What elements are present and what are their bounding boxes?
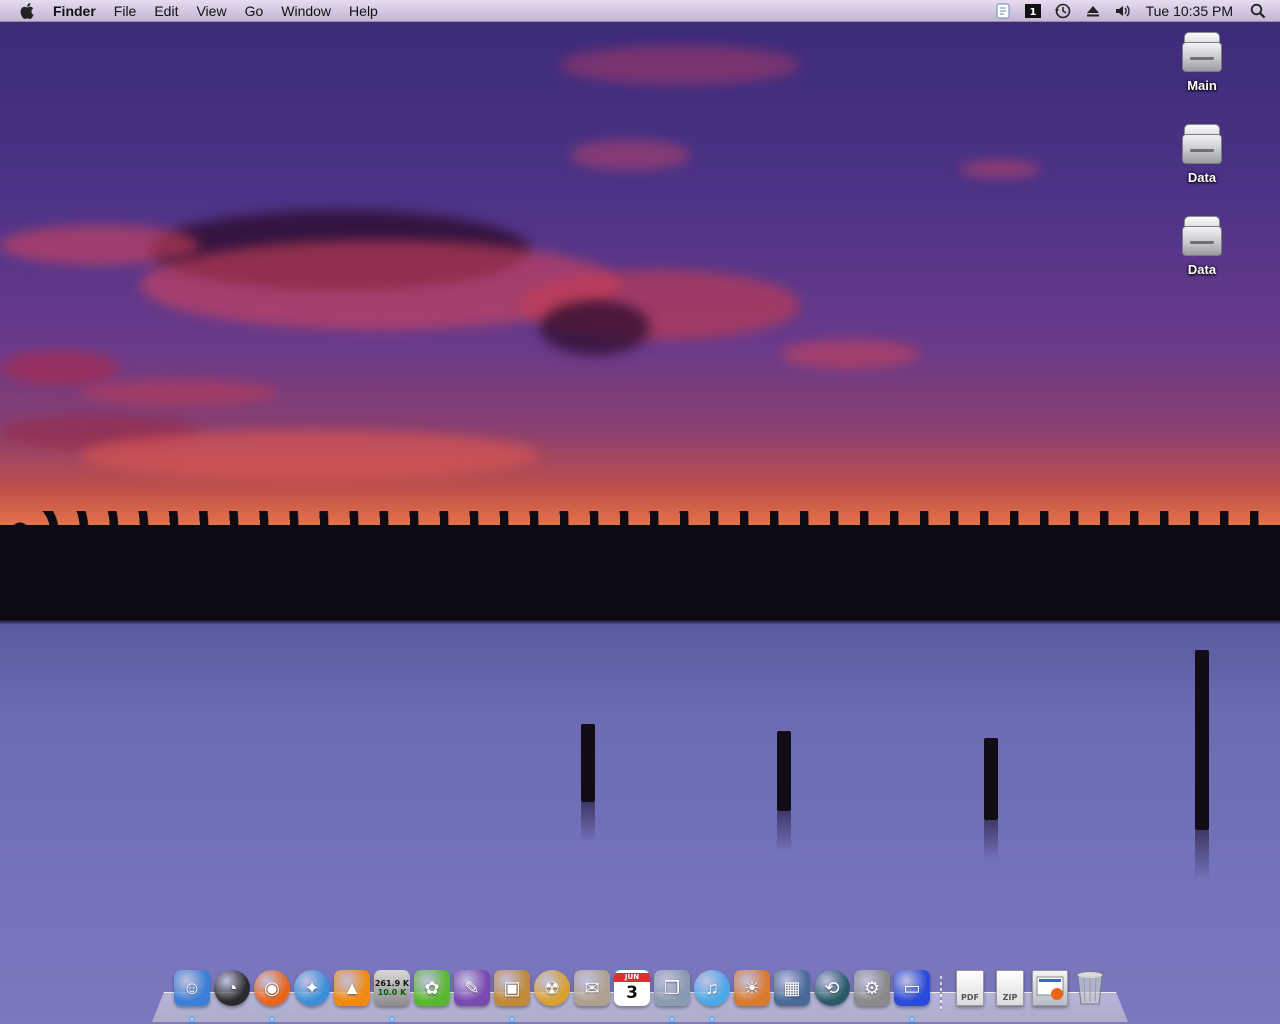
time-machine-app-icon: ⟲ [814, 970, 850, 1006]
file-type-label: PDF [961, 993, 979, 1002]
dock-separator [940, 976, 942, 1010]
safari-icon: ✦ [294, 970, 330, 1006]
hard-drive-icon [1180, 30, 1224, 76]
calendar-month: JUN [614, 972, 650, 982]
dock-item-script-editor[interactable]: ✎ [452, 970, 492, 1014]
script-editor-icon: ✎ [454, 970, 490, 1006]
dock-item-vlc[interactable]: ▲ [332, 970, 372, 1014]
spotlight-icon[interactable] [1246, 0, 1270, 22]
menu-window[interactable]: Window [272, 0, 340, 22]
virtualbox-icon: ▣ [494, 970, 530, 1006]
spaces-app-icon: ▦ [774, 970, 810, 1006]
dock-item-ical[interactable]: JUN 3 [612, 970, 652, 1014]
system-preferences-icon: ⚙ [854, 970, 890, 1006]
display-icon: ▭ [894, 970, 930, 1006]
dashboard-icon: ◔ [214, 970, 250, 1006]
adium-icon: ✿ [414, 970, 450, 1006]
dock-item-firefox[interactable]: ◉ [252, 970, 292, 1022]
script-menu-icon[interactable] [991, 0, 1015, 22]
svg-text:1: 1 [1029, 7, 1036, 18]
running-indicator [909, 1016, 915, 1022]
pdf-file-icon: PDF [956, 970, 984, 1006]
calendar-day: 3 [626, 982, 638, 1003]
dock-item-display[interactable]: ▭ [892, 970, 932, 1022]
file-type-label: ZIP [1002, 993, 1018, 1002]
desktop-drive-data[interactable]: Data [1162, 122, 1242, 185]
dock-item-itunes[interactable]: ♫ [692, 970, 732, 1022]
preview-icon: ❐ [654, 970, 690, 1006]
downloads-stack-icon [1032, 970, 1068, 1006]
dock-item-preview[interactable]: ❐ [652, 970, 692, 1022]
menu-bar: Finder File Edit View Go Window Help 1 T… [0, 0, 1280, 22]
hard-drive-icon [1180, 122, 1224, 168]
trash-icon [1075, 970, 1105, 1006]
drive-label: Data [1187, 262, 1217, 277]
dock-item-burn[interactable]: ☢ [532, 970, 572, 1014]
desktop-wallpaper [0, 0, 1280, 1024]
dock-item-mail-app[interactable]: ✉ [572, 970, 612, 1014]
desktop-drive-data-2[interactable]: Data [1162, 214, 1242, 277]
dock-item-zip-archive[interactable]: ZIP [990, 970, 1030, 1014]
eject-icon[interactable] [1081, 0, 1105, 22]
dock-item-spaces[interactable]: ▦ [772, 970, 812, 1014]
drive-label: Data [1187, 170, 1217, 185]
running-indicator [189, 1016, 195, 1022]
stamp-icon: ✉ [574, 970, 610, 1006]
dock-item-iphoto[interactable]: ☀ [732, 970, 772, 1014]
dock-item-transmission[interactable]: 261.9 K 10.0 K [372, 970, 412, 1022]
finder-icon: ☺ [174, 970, 210, 1006]
itunes-icon: ♫ [694, 970, 730, 1006]
burn-icon: ☢ [534, 970, 570, 1006]
dock-item-pdf-document[interactable]: PDF [950, 970, 990, 1014]
dock: ☺ ◔ ◉ ✦ ▲ 261.9 K 10.0 K ✿ ✎ ▣ ☢ ✉ JUN 3 ❐ ♫ ☀ ▦ ⟲ ⚙ ▭ PDF ZI… [172, 970, 1110, 1022]
dock-item-safari[interactable]: ✦ [292, 970, 332, 1014]
dock-item-downloads[interactable] [1030, 970, 1070, 1014]
download-rate: 10.0 K [377, 988, 407, 997]
spaces-icon[interactable]: 1 [1021, 0, 1045, 22]
dock-item-adium[interactable]: ✿ [412, 970, 452, 1014]
drive-label: Main [1187, 78, 1217, 93]
time-machine-icon[interactable] [1051, 0, 1075, 22]
apple-icon[interactable] [18, 1, 38, 21]
calendar-icon: JUN 3 [614, 970, 650, 1006]
volume-icon[interactable] [1111, 0, 1135, 22]
running-indicator [509, 1016, 515, 1022]
vlc-icon: ▲ [334, 970, 370, 1006]
menu-file[interactable]: File [105, 0, 146, 22]
running-indicator [389, 1016, 395, 1022]
upload-rate: 261.9 K [374, 979, 410, 988]
running-indicator [669, 1016, 675, 1022]
zip-file-icon: ZIP [996, 970, 1024, 1006]
dock-item-system-preferences[interactable]: ⚙ [852, 970, 892, 1014]
hard-drive-icon [1180, 214, 1224, 260]
menu-edit[interactable]: Edit [145, 0, 187, 22]
menu-help[interactable]: Help [340, 0, 387, 22]
running-indicator [269, 1016, 275, 1022]
desktop-drive-main[interactable]: Main [1162, 30, 1242, 93]
menu-go[interactable]: Go [236, 0, 273, 22]
dock-item-trash[interactable] [1070, 970, 1110, 1014]
menu-finder[interactable]: Finder [44, 0, 105, 22]
running-indicator [709, 1016, 715, 1022]
transmission-icon: 261.9 K 10.0 K [374, 970, 410, 1006]
firefox-icon: ◉ [254, 970, 290, 1006]
menu-view[interactable]: View [187, 0, 235, 22]
menu-clock[interactable]: Tue 10:35 PM [1138, 3, 1243, 19]
dock-item-virtualbox[interactable]: ▣ [492, 970, 532, 1022]
dock-item-finder[interactable]: ☺ [172, 970, 212, 1022]
dock-item-time-machine[interactable]: ⟲ [812, 970, 852, 1014]
iphoto-icon: ☀ [734, 970, 770, 1006]
dock-item-dashboard[interactable]: ◔ [212, 970, 252, 1014]
